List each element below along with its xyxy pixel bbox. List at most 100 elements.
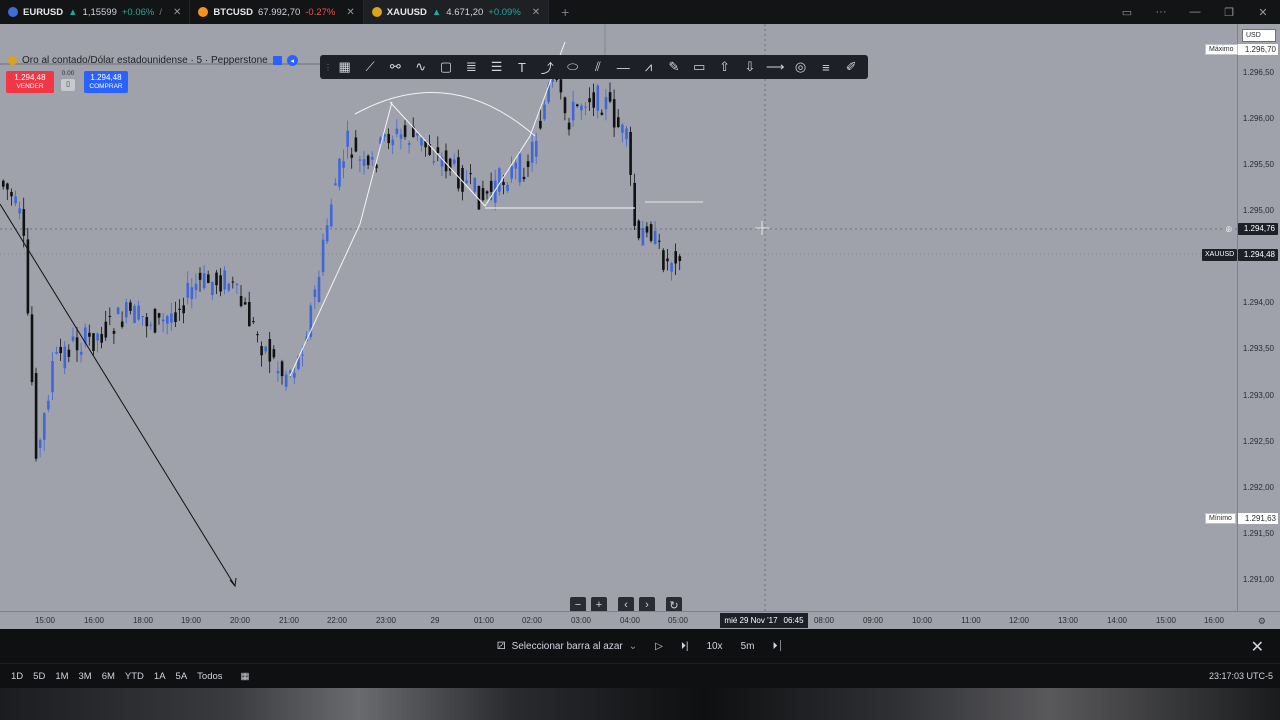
note-icon[interactable]: ▭ [687, 55, 712, 79]
fib-icon[interactable]: ⚯ [383, 55, 408, 79]
crosshair-time: 06:45 [783, 616, 804, 625]
price-tick: 1.291,50 [1242, 529, 1274, 538]
buy-button[interactable]: 1.294,48 COMPRAR [84, 71, 128, 93]
candle-body [190, 287, 194, 300]
candle-body [104, 321, 108, 338]
close-tab-icon[interactable]: ✕ [532, 7, 540, 18]
quantity-icon[interactable]: ▯ [61, 79, 75, 91]
grid-icon[interactable]: ▦ [332, 55, 357, 79]
window-controls: ▭ ··· — ❐ ✕ [1110, 0, 1280, 24]
trendline-icon[interactable]: ⟋ [357, 55, 382, 79]
close-window-button[interactable]: ✕ [1246, 6, 1280, 19]
arc-drawing[interactable] [354, 92, 536, 137]
path-icon[interactable]: ∿ [408, 55, 433, 79]
range-3m[interactable]: 3M [74, 671, 97, 682]
range-5d[interactable]: 5D [28, 671, 50, 682]
candlestick-chart[interactable] [0, 24, 1237, 611]
sell-button[interactable]: 1.294,48 VENDER [6, 71, 54, 93]
pin-icon[interactable]: ◂ [286, 55, 298, 66]
pen-icon[interactable]: ✐ [839, 55, 864, 79]
time-tick: 02:00 [521, 616, 543, 625]
candle-body [75, 337, 79, 351]
calendar-icon[interactable]: ▦ [236, 671, 255, 682]
candle-body [678, 256, 682, 262]
minimize-button[interactable]: — [1178, 6, 1212, 18]
candle-body [498, 168, 501, 192]
text-icon[interactable]: T [509, 55, 534, 79]
crosshair-date: mié 29 Nov '17 [724, 616, 778, 625]
pitchfork-icon[interactable]: ⫽ [585, 55, 610, 79]
candle-body [604, 97, 608, 110]
select-random-bar[interactable]: ⚂ Seleccionar barra al azar ⌄ [497, 641, 637, 652]
step-forward-icon[interactable]: ⏵| [681, 641, 689, 652]
ray-icon[interactable]: ⟶ [763, 55, 788, 79]
symbol-title: Oro al contado/Dólar estadounidense · 5 … [22, 55, 268, 66]
ellipse-icon[interactable]: ⬭ [560, 55, 585, 79]
zigzag-icon[interactable]: ⩘ [636, 55, 661, 79]
maximize-button[interactable]: ❐ [1212, 6, 1246, 19]
candle-body [563, 97, 567, 114]
more-icon[interactable]: ··· [1144, 6, 1178, 18]
speed-selector[interactable]: 10x [706, 641, 722, 652]
scroll-left-button[interactable]: ‹ [618, 597, 634, 611]
new-tab-button[interactable]: + [549, 4, 581, 20]
curve-icon[interactable]: ⤴ [535, 55, 560, 79]
time-tick: 13:00 [1057, 616, 1079, 625]
crosshair-add-icon[interactable]: ⊕ [1222, 223, 1236, 235]
interval-selector[interactable]: 5m [741, 641, 755, 652]
range-1a[interactable]: 1A [149, 671, 171, 682]
channel-icon[interactable]: ☰ [484, 55, 509, 79]
chart-pane[interactable]: Oro al contado/Dólar estadounidense · 5 … [0, 24, 1237, 611]
grip-icon[interactable]: ⋮ [324, 63, 332, 72]
close-tab-icon[interactable]: ✕ [346, 7, 354, 18]
lines-icon[interactable]: ≡ [813, 55, 838, 79]
reset-chart-button[interactable]: ↻ [666, 597, 682, 611]
range-1d[interactable]: 1D [6, 671, 28, 682]
time-tick: 01:00 [473, 616, 495, 625]
tab-xauusd[interactable]: XAUUSD ▲ 4.671,20 +0.09% ✕ [363, 0, 550, 24]
range-ytd[interactable]: YTD [120, 671, 149, 682]
zoom-in-button[interactable]: + [591, 597, 607, 611]
rectangle-icon[interactable]: ▢ [433, 55, 458, 79]
tab-btcusd[interactable]: BTCUSD 67.992,70 -0.27% ✕ [190, 0, 364, 24]
symbol-header[interactable]: Oro al contado/Dólar estadounidense · 5 … [8, 55, 298, 66]
gear-icon[interactable]: ⚙ [1258, 616, 1266, 627]
currency-selector[interactable]: USD [1242, 29, 1276, 42]
candle-body [420, 137, 423, 146]
candle-body [653, 231, 657, 244]
candle-body [432, 161, 436, 163]
range-todos[interactable]: Todos [192, 671, 227, 682]
range-1m[interactable]: 1M [50, 671, 73, 682]
time-axis[interactable]: mié 29 Nov '17 06:45 ⚙ 15:00 16:00 18:00 19… [0, 611, 1280, 629]
arrow-up-icon[interactable]: ⇧ [712, 55, 737, 79]
close-tab-icon[interactable]: ✕ [173, 7, 181, 18]
candle-body [125, 302, 128, 318]
hline-icon[interactable]: — [611, 55, 636, 79]
arrow-down-icon[interactable]: ⇩ [737, 55, 762, 79]
scroll-right-button[interactable]: › [639, 597, 655, 611]
clock: 23:17:03 UTC-5 [1208, 671, 1273, 681]
range-6m[interactable]: 6M [97, 671, 120, 682]
target-icon[interactable]: ◎ [788, 55, 813, 79]
candle-body [137, 305, 140, 320]
range-5a[interactable]: 5A [171, 671, 193, 682]
drawing-toolbar: ⋮ ▦ ⟋ ⚯ ∿ ▢ ≣ ☰ T ⤴ ⬭ ⫽ — ⩘ ✎ ▭ ⇧ ⇩ ⟶ ◎ ≡ ✐ [320, 55, 868, 79]
zoom-out-button[interactable]: − [570, 597, 586, 611]
candle-body [178, 308, 181, 310]
candle-body [510, 166, 513, 179]
price-tick: 1.295,00 [1242, 206, 1274, 215]
candle-body [584, 106, 587, 108]
candle-body [465, 180, 468, 184]
jump-to-realtime-icon[interactable]: ⏵⏐ [772, 641, 783, 652]
tab-eurusd[interactable]: EURUSD ▲ 1,15599 +0.06% / ✕ [0, 0, 191, 24]
time-tick: 04:00 [619, 616, 641, 625]
candle-body [522, 176, 526, 180]
layout-icon[interactable]: ▭ [1110, 6, 1144, 19]
parallel-icon[interactable]: ≣ [459, 55, 484, 79]
uptrend-line[interactable] [289, 223, 361, 377]
candle-body [662, 250, 665, 270]
close-replay-icon[interactable]: ✕ [1251, 637, 1264, 657]
play-icon[interactable]: ▷ [655, 641, 663, 652]
candle-body [330, 204, 333, 227]
brush-icon[interactable]: ✎ [661, 55, 686, 79]
